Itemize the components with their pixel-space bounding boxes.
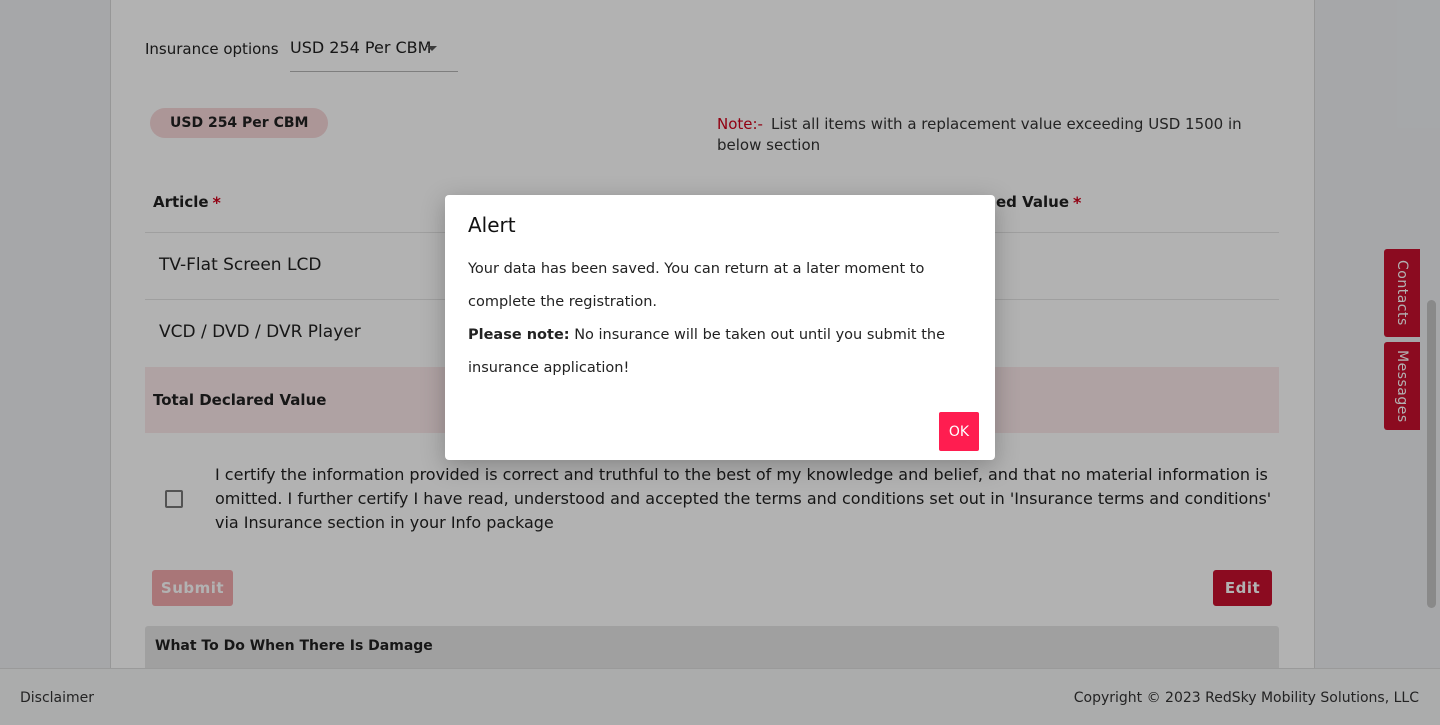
alert-title: Alert — [468, 213, 516, 237]
alert-body: Your data has been saved. You can return… — [468, 253, 978, 385]
ok-button[interactable]: OK — [939, 412, 979, 451]
alert-note-label: Please note: — [468, 327, 570, 343]
alert-note: Please note: No insurance will be taken … — [468, 319, 978, 385]
alert-dialog: Alert Your data has been saved. You can … — [445, 195, 995, 460]
alert-message: Your data has been saved. You can return… — [468, 261, 925, 310]
